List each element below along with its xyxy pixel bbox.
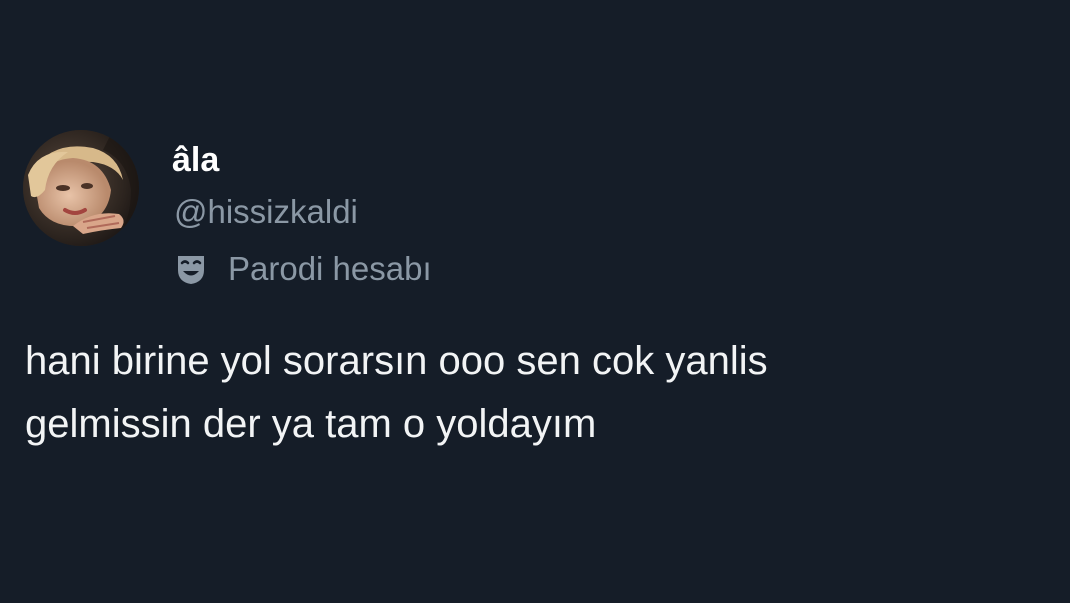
tweet-text: hani birine yol sorarsın ooo sen cok yan… [25,330,1055,456]
parody-account-label: Parodi hesabı [228,250,432,287]
tweet-card: âla @hissizkaldi Parodi hesabı hani biri… [0,0,1070,603]
avatar-image [23,130,139,246]
parody-account-badge: Parodi hesabı [174,247,432,291]
theater-mask-icon [174,252,208,286]
tweet-text-line: gelmissin der ya tam o yoldayım [25,402,597,446]
avatar[interactable] [23,130,139,246]
user-handle[interactable]: @hissizkaldi [174,190,358,234]
tweet-text-line: hani birine yol sorarsın ooo sen cok yan… [25,339,768,383]
display-name[interactable]: âla [172,138,219,182]
